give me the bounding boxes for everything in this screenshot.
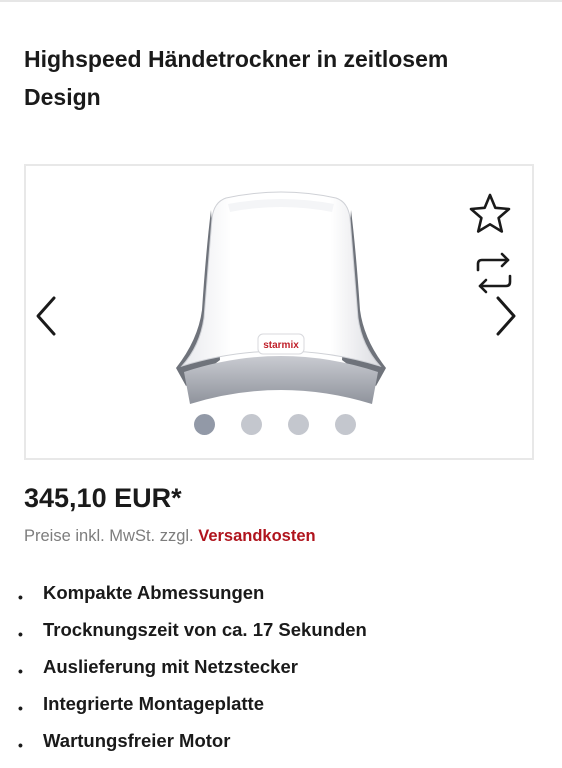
list-item: • Integrierte Montageplatte: [14, 688, 367, 725]
product-image-gallery[interactable]: starmix: [24, 164, 534, 460]
product-price: 345,10 EUR*: [24, 483, 182, 513]
feature-text: Trocknungszeit von ca. 17 Sekunden: [43, 619, 367, 640]
bullet-icon: •: [18, 700, 23, 716]
next-image-button[interactable]: [488, 294, 520, 338]
star-outline-icon[interactable]: [468, 192, 512, 236]
pagination-dot-2[interactable]: [241, 414, 262, 435]
feature-text: Auslieferung mit Netzstecker: [43, 656, 298, 677]
feature-text: Kompakte Abmessungen: [43, 582, 265, 603]
shipping-costs-link[interactable]: Versandkosten: [198, 527, 315, 545]
list-item: • Kompakte Abmessungen: [14, 577, 367, 614]
tax-note-text: Preise inkl. MwSt. zzgl.: [24, 527, 194, 545]
pagination-dot-3[interactable]: [288, 414, 309, 435]
bullet-icon: •: [18, 589, 23, 605]
bullet-icon: •: [18, 626, 23, 642]
gallery-pagination: [194, 414, 356, 438]
brand-logo: starmix: [263, 340, 299, 351]
product-image[interactable]: starmix: [176, 190, 386, 422]
top-divider: [0, 0, 562, 2]
product-title: Highspeed Händetrockner in zeitlosem Des…: [24, 46, 449, 110]
pagination-dot-4[interactable]: [335, 414, 356, 435]
tax-note: Preise inkl. MwSt. zzgl. Versandkosten: [24, 525, 316, 547]
bullet-icon: •: [18, 663, 23, 679]
list-item: • Wartungsfreier Motor: [14, 725, 367, 762]
previous-image-button[interactable]: [32, 294, 64, 338]
bullet-icon: •: [18, 737, 23, 753]
compare-arrows-icon[interactable]: [472, 252, 516, 296]
feature-text: Wartungsfreier Motor: [43, 730, 231, 751]
list-item: • Trocknungszeit von ca. 17 Sekunden: [14, 614, 367, 651]
list-item: • Auslieferung mit Netzstecker: [14, 651, 367, 688]
feature-list: • Kompakte Abmessungen • Trocknungszeit vo…: [14, 577, 367, 762]
pagination-dot-1[interactable]: [194, 414, 215, 435]
feature-text: Integrierte Montageplatte: [43, 693, 264, 714]
